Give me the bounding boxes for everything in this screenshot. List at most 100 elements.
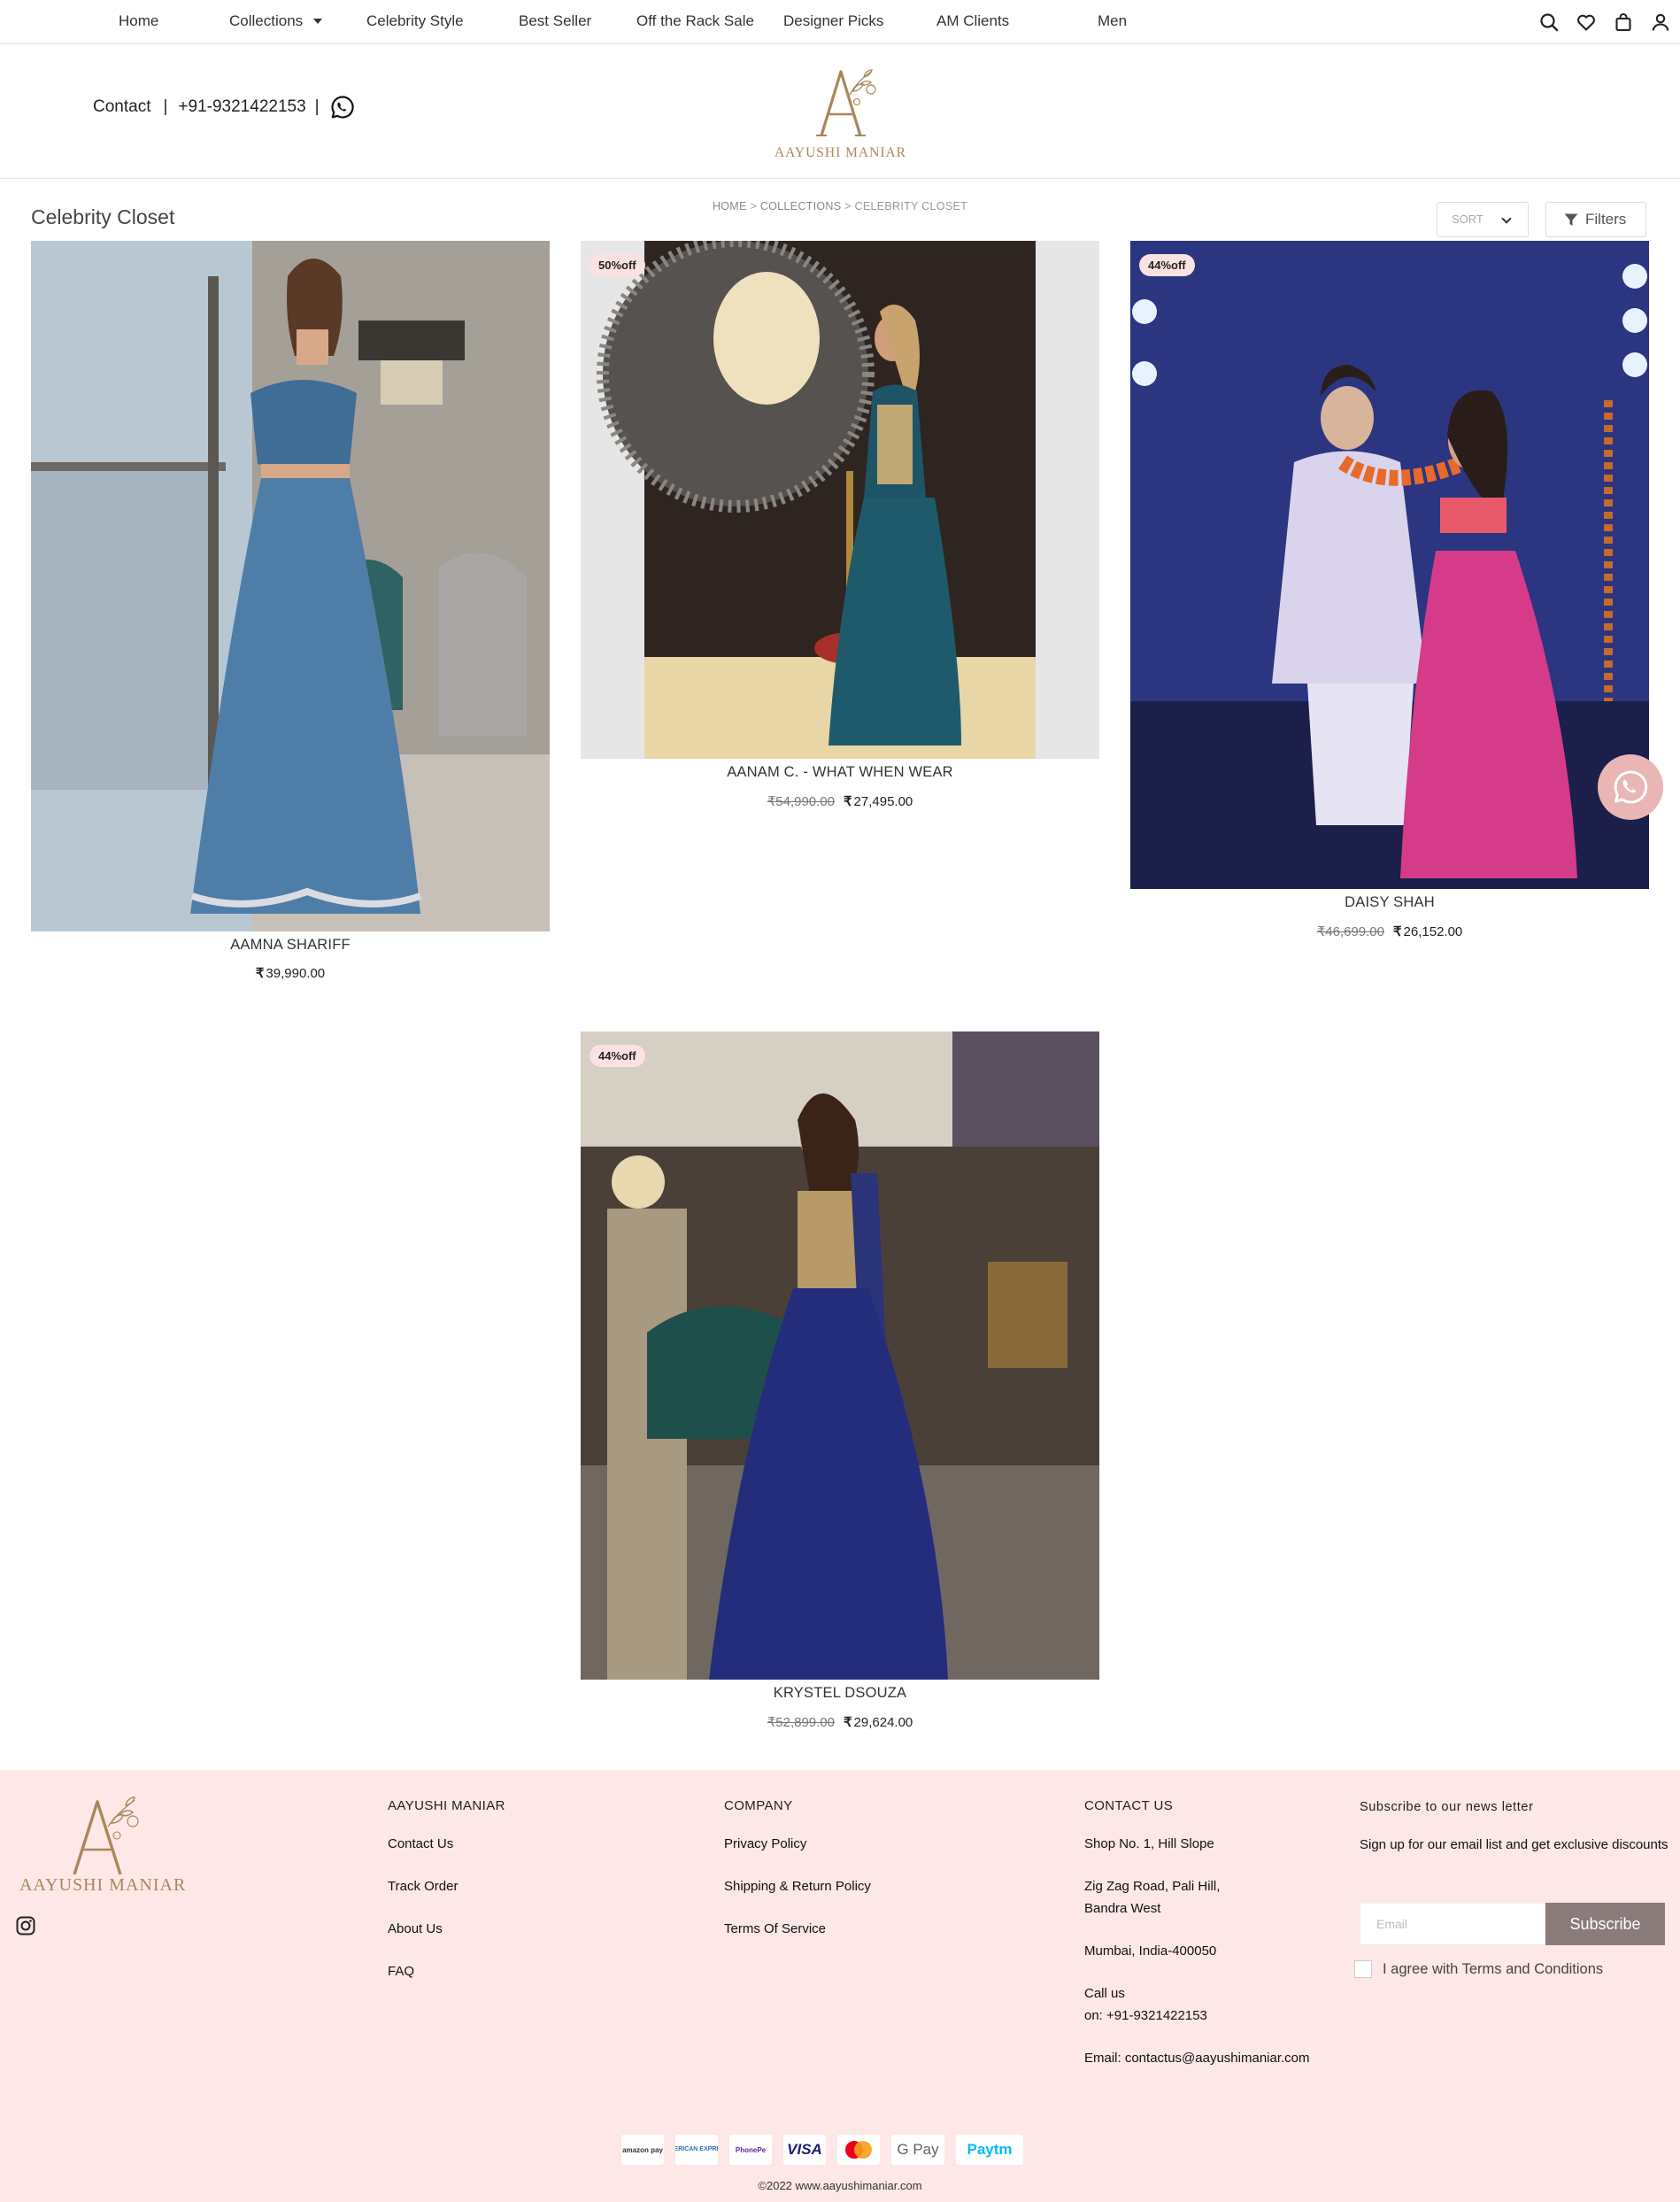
whatsapp-chat-button[interactable]: [1598, 754, 1663, 820]
contact-link[interactable]: Contact: [93, 97, 150, 117]
search-icon[interactable]: [1538, 12, 1560, 33]
discount-badge: 44%off: [590, 1045, 645, 1067]
product-card[interactable]: AAMNA SHARIFF ₹39,990.00: [31, 241, 550, 989]
product-card[interactable]: 44%off KRYSTEL DSOUZA ₹52,899.00 ₹29,624.…: [581, 1031, 1099, 1740]
footer-column-heading: CONTACT US: [1084, 1798, 1174, 1813]
breadcrumb-separator: >: [750, 200, 758, 212]
nav-item-men[interactable]: Men: [1098, 0, 1127, 44]
product-name[interactable]: DAISY SHAH: [1130, 894, 1649, 911]
newsletter-email-input[interactable]: Email: [1360, 1903, 1545, 1945]
breadcrumb-separator: >: [844, 200, 852, 212]
footer-link-about-us[interactable]: About Us: [388, 1918, 443, 1940]
footer-link-privacy-policy[interactable]: Privacy Policy: [724, 1833, 806, 1855]
american-express-icon: AMERICAN EXPRESS: [675, 2135, 718, 2165]
product-image[interactable]: 44%off: [1130, 241, 1649, 889]
filter-icon: [1564, 213, 1578, 226]
chevron-down-icon: [1501, 213, 1512, 224]
google-pay-icon: G Pay: [891, 2135, 944, 2165]
filters-button[interactable]: Filters: [1545, 202, 1646, 237]
original-price: ₹54,990.00: [767, 794, 835, 809]
product-card[interactable]: 50%off AANAM C. - WHAT WHEN WEAR ₹54,990…: [581, 241, 1099, 816]
nav-item-home[interactable]: Home: [119, 0, 158, 44]
sort-select[interactable]: SORT: [1437, 202, 1529, 237]
logo-monogram-icon: [816, 69, 876, 136]
bag-icon[interactable]: [1613, 12, 1634, 33]
whatsapp-icon[interactable]: [330, 95, 355, 120]
instagram-icon[interactable]: [16, 1916, 35, 1935]
phonepe-icon: PhonePe: [729, 2135, 772, 2165]
discount-badge: 50%off: [590, 254, 645, 276]
nav-item-off-the-rack-sale[interactable]: Off the Rack Sale: [636, 0, 754, 44]
address-line: Zig Zag Road, Pali Hill,: [1084, 1879, 1221, 1894]
product-price: ₹54,990.00 ₹27,495.00: [581, 793, 1099, 809]
call-us-label: Call us: [1084, 1986, 1125, 2001]
separator: |: [314, 97, 320, 116]
breadcrumb-home[interactable]: HOME: [713, 200, 747, 212]
user-icon[interactable]: [1650, 12, 1671, 33]
footer-link-terms-of-service[interactable]: Terms Of Service: [724, 1918, 826, 1940]
subscribe-button[interactable]: Subscribe: [1545, 1903, 1665, 1945]
terms-label: I agree with Terms and Conditions: [1383, 1960, 1604, 1977]
rupee-icon: ₹: [767, 794, 776, 809]
amazon-pay-icon: amazon pay: [621, 2135, 664, 2165]
footer-link-track-order[interactable]: Track Order: [388, 1875, 458, 1897]
product-price: ₹46,699.00 ₹26,152.00: [1130, 923, 1649, 939]
terms-checkbox[interactable]: [1354, 1960, 1372, 1978]
rupee-icon: ₹: [844, 1715, 852, 1730]
footer-column-heading: COMPANY: [724, 1798, 793, 1813]
product-image[interactable]: 50%off: [581, 241, 1099, 759]
product-name[interactable]: KRYSTEL DSOUZA: [581, 1685, 1099, 1702]
nav-item-best-seller[interactable]: Best Seller: [519, 0, 591, 44]
original-price-value: 46,699.00: [1325, 924, 1384, 939]
site-header: Contact | +91-9321422153 | AAYUSHI MANIA…: [0, 45, 1680, 179]
paytm-icon: Paytm: [956, 2135, 1023, 2165]
nav-item-collections[interactable]: Collections: [229, 0, 323, 44]
footer-wordmark: AAYUSHI MANIAR: [19, 1875, 187, 1895]
logo-monogram-icon: [73, 1796, 139, 1875]
product-name[interactable]: AAMNA SHARIFF: [31, 937, 550, 954]
footer-link-shipping-return[interactable]: Shipping & Return Policy: [724, 1875, 871, 1897]
footer-brand-logo[interactable]: AAYUSHI MANIAR: [19, 1788, 188, 1896]
nav-item-celebrity-style[interactable]: Celebrity Style: [366, 0, 464, 44]
rupee-icon: ₹: [767, 1715, 776, 1730]
brand-logo[interactable]: AAYUSHI MANIAR: [772, 59, 909, 161]
address-line: Mumbai, India-400050: [1084, 1943, 1217, 1959]
original-price-value: 52,899.00: [775, 1715, 835, 1730]
product-price: ₹39,990.00: [31, 965, 550, 981]
nav-item-designer-picks[interactable]: Designer Picks: [783, 0, 883, 44]
breadcrumb: HOME > COLLECTIONS > CELEBRITY CLOSET: [0, 200, 1680, 212]
rupee-icon: ₹: [1393, 924, 1402, 939]
copyright: ©2022 www.aayushimaniar.com: [758, 2179, 922, 2192]
sale-price: 39,990.00: [266, 966, 326, 981]
address-line: Shop No. 1, Hill Slope: [1084, 1836, 1214, 1851]
phone-link[interactable]: +91-9321422153: [178, 97, 305, 117]
logo-wordmark: AAYUSHI MANIAR: [774, 145, 907, 160]
product-image[interactable]: 44%off: [581, 1031, 1099, 1680]
product-price: ₹52,899.00 ₹29,624.00: [581, 1714, 1099, 1730]
original-price: ₹52,899.00: [767, 1715, 835, 1730]
footer-column-heading: AAYUSHI MANIAR: [388, 1798, 505, 1813]
caret-down-icon: [313, 18, 323, 24]
payment-methods: amazon pay AMERICAN EXPRESS PhonePe VISA…: [621, 2135, 1023, 2165]
visa-icon: VISA: [783, 2135, 826, 2165]
breadcrumb-collections[interactable]: COLLECTIONS: [760, 200, 842, 212]
newsletter-description: Sign up for our email list and get exclu…: [1360, 1837, 1668, 1852]
sale-price: 26,152.00: [1403, 924, 1463, 939]
product-name[interactable]: AANAM C. - WHAT WHEN WEAR: [581, 764, 1099, 781]
footer-email-link[interactable]: Email: contactus@aayushimaniar.com: [1084, 2047, 1310, 2069]
whatsapp-icon: [1614, 770, 1648, 804]
separator: |: [163, 97, 168, 116]
discount-badge: 44%off: [1139, 254, 1195, 276]
newsletter-heading: Subscribe to our news letter: [1360, 1800, 1534, 1814]
product-image[interactable]: [31, 241, 550, 931]
product-card[interactable]: 44%off DAISY SHAH ₹46,699.00 ₹26,152.00: [1130, 241, 1649, 949]
rupee-icon: ₹: [844, 794, 852, 809]
footer-link-contact-us[interactable]: Contact Us: [388, 1833, 453, 1855]
footer-phone-link[interactable]: on: +91-9321422153: [1084, 2005, 1207, 2027]
sale-price: 29,624.00: [853, 1715, 913, 1730]
filters-label: Filters: [1585, 211, 1627, 228]
nav-item-am-clients[interactable]: AM Clients: [936, 0, 1009, 44]
heart-icon[interactable]: [1576, 12, 1597, 33]
footer-link-faq[interactable]: FAQ: [388, 1960, 414, 1982]
contact-line: Contact | +91-9321422153 |: [93, 95, 355, 120]
